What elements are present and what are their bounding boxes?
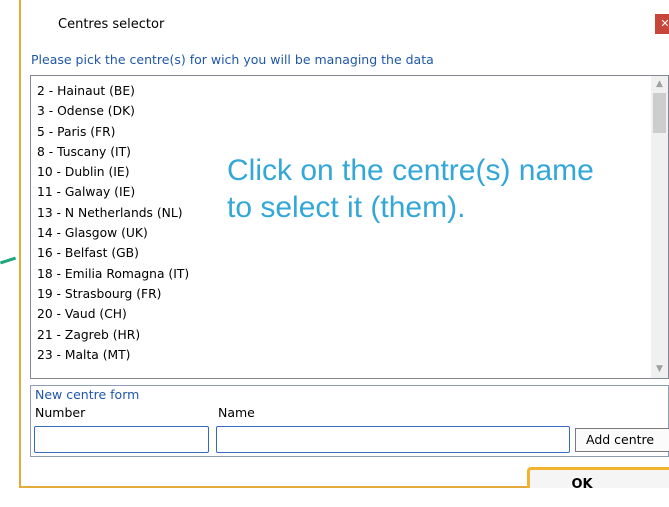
centre-list-item[interactable]: 5 - Paris (FR)	[37, 122, 189, 142]
annotation-callout: Click on the centre(s) name to select it…	[227, 154, 594, 224]
name-label: Name	[218, 405, 255, 420]
centre-list-item[interactable]: 21 - Zagreb (HR)	[37, 325, 189, 345]
centre-list-item[interactable]: 23 - Malta (MT)	[37, 345, 189, 365]
add-centre-button[interactable]: Add centre	[575, 428, 669, 452]
form-title: New centre form	[35, 387, 140, 402]
scroll-up-icon[interactable]: ▲	[651, 76, 668, 93]
bottom-strip	[19, 488, 669, 507]
list-scrollbar[interactable]: ▲ ▼	[651, 76, 668, 378]
scroll-thumb[interactable]	[653, 93, 666, 133]
centre-list-item[interactable]: 14 - Glasgow (UK)	[37, 223, 189, 243]
centre-list-item[interactable]: 13 - N Netherlands (NL)	[37, 203, 189, 223]
centre-list-item[interactable]: 2 - Hainaut (BE)	[37, 81, 189, 101]
title-bar: Centres selector	[21, 0, 669, 46]
close-icon[interactable]: ✕	[655, 14, 669, 34]
arrow-icon	[0, 256, 17, 265]
instruction-text: Please pick the centre(s) for wich you w…	[31, 52, 434, 67]
centre-list-item[interactable]: 10 - Dublin (IE)	[37, 162, 189, 182]
centres-listbox[interactable]: 2 - Hainaut (BE) 3 - Odense (DK) 5 - Paris…	[30, 75, 669, 379]
centres-list: 2 - Hainaut (BE) 3 - Odense (DK) 5 - Paris…	[37, 81, 189, 365]
dialog-title: Centres selector	[58, 17, 165, 32]
centre-list-item[interactable]: 8 - Tuscany (IT)	[37, 142, 189, 162]
centre-list-item[interactable]: 18 - Emilia Romagna (IT)	[37, 264, 189, 284]
name-input[interactable]	[216, 426, 570, 453]
centre-list-item[interactable]: 19 - Strasbourg (FR)	[37, 284, 189, 304]
centre-list-item[interactable]: 16 - Belfast (GB)	[37, 243, 189, 263]
scroll-down-icon[interactable]: ▼	[651, 361, 668, 378]
centre-list-item[interactable]: 3 - Odense (DK)	[37, 101, 189, 121]
number-input[interactable]	[34, 426, 209, 453]
number-label: Number	[35, 405, 86, 420]
centre-list-item[interactable]: 11 - Galway (IE)	[37, 182, 189, 202]
centre-list-item[interactable]: 20 - Vaud (CH)	[37, 304, 189, 324]
